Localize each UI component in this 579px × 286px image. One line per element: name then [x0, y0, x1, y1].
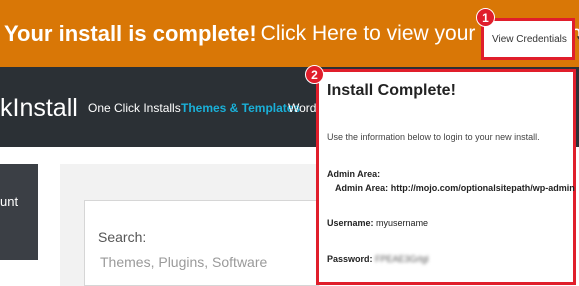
nav-item-one-click-installs[interactable]: One Click Installs	[88, 101, 181, 115]
username-label: Username:	[327, 218, 374, 228]
banner-title: Your install is complete!	[4, 20, 257, 46]
sidebar-account-label: unt	[0, 194, 19, 209]
nav-item-themes-templates[interactable]: Themes & Templates	[181, 101, 300, 115]
popup-description: Use the information below to login to yo…	[327, 132, 540, 142]
username-value[interactable]: myusername	[376, 218, 428, 228]
password-label: Password:	[327, 254, 373, 264]
admin-area-url[interactable]: http://mojo.com/optionalsitepath/wp-admi…	[391, 183, 575, 193]
view-credentials-label: View Credentials	[492, 33, 567, 45]
username-row: Username: myusername	[327, 218, 428, 228]
admin-area-heading: Admin Area:	[327, 169, 381, 179]
view-credentials-button[interactable]: View Credentials ▼	[481, 18, 579, 60]
sidebar-account-block[interactable]: unt	[0, 164, 38, 260]
admin-area-label: Admin Area:	[335, 183, 389, 193]
search-label: Search:	[98, 229, 147, 245]
popup-title: Install Complete!	[327, 82, 456, 99]
caret-down-icon: ▼	[575, 34, 579, 45]
credentials-popup: Install Complete! Use the information be…	[316, 69, 576, 285]
site-logo[interactable]: kInstall	[0, 94, 78, 123]
step-badge-2: 2	[305, 65, 324, 84]
password-row: Password: FPEAE3Grlgl	[327, 254, 429, 264]
admin-area-row: Admin Area: http://mojo.com/optionalsite…	[335, 183, 575, 193]
password-value[interactable]: FPEAE3Grlgl	[375, 254, 429, 264]
step-badge-1: 1	[476, 8, 495, 27]
search-input[interactable]: Themes, Plugins, Software	[100, 254, 267, 270]
